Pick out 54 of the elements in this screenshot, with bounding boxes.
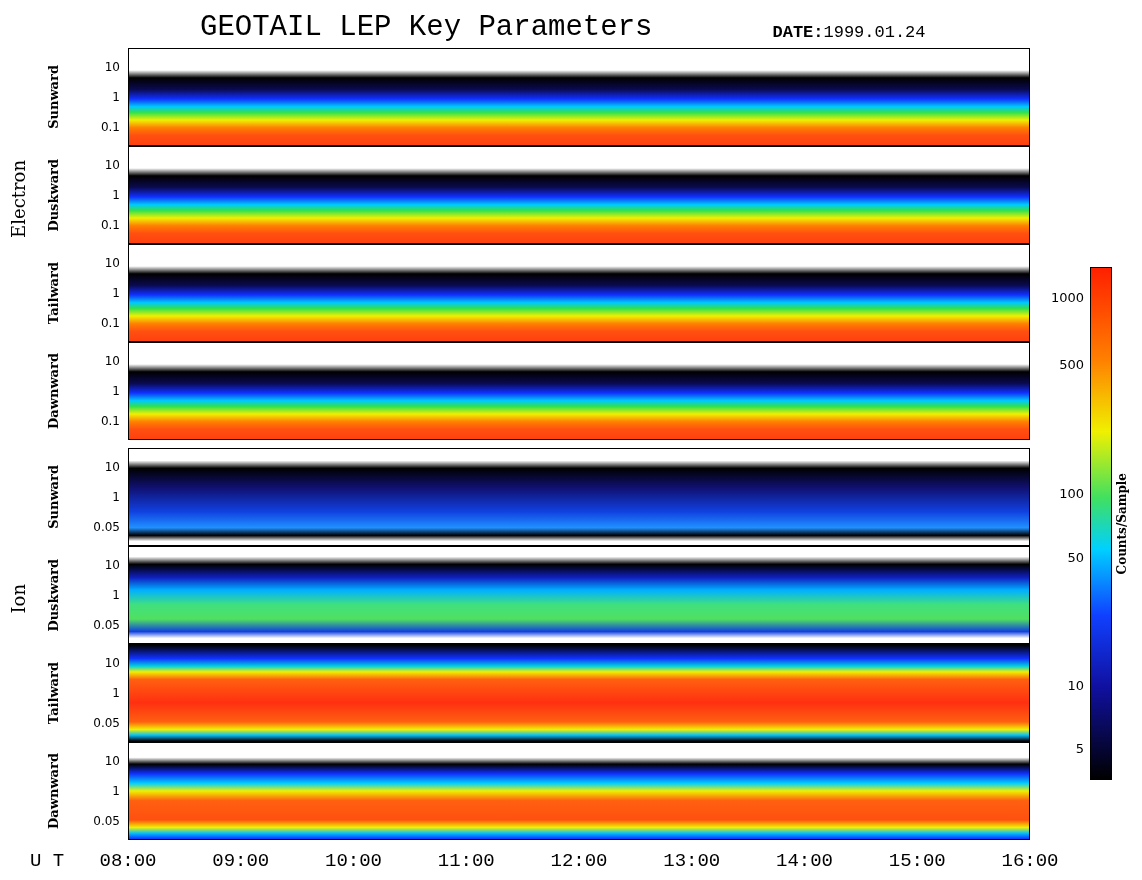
axis-tick-label: 1 [112,384,120,398]
panel-label: Duskward [45,158,61,232]
axis-tick-label: 0.05 [93,520,120,534]
axis-tick-label: 10 [104,754,120,768]
axis-tick-label: 11:00 [436,850,496,872]
axis-tick-label: 10:00 [324,850,383,872]
axis-tick-label: 1 [112,686,120,700]
axis-tick-label: 1 [112,490,120,504]
axis-label: U T [29,850,66,872]
axis-tick-label: 1 [112,784,120,798]
colorbar-tick-label: 500 [1059,357,1084,373]
colorbar-tick-label: 1000 [1050,290,1084,306]
group-label: Electron [7,160,29,238]
axis-tick-label: 16:00 [1000,850,1060,872]
axis-tick-label: 10 [104,256,120,270]
axis-tick-label: 12:00 [549,850,609,872]
axis-tick-label: 1 [112,188,120,202]
axis-tick-label: 10 [104,60,120,74]
panel-label: Sunward [45,65,61,129]
panel-label: Sunward [45,465,61,529]
axis-tick-label: 0.1 [100,218,120,232]
axis-tick-label: 14:00 [775,850,834,872]
axis-tick-label: 1 [112,588,120,602]
colorbar-tick-label: 50 [1067,550,1084,566]
panel-label: Dawnward [45,353,61,429]
colorbar-tick-label: 100 [1059,486,1084,502]
axis-tick-label: 0.1 [100,316,120,330]
axis-tick-label: 0.05 [93,618,120,632]
date-label: DATE: [772,23,824,42]
date-value: 1999.01.24 [823,23,926,42]
panel-label: Dawnward [45,753,61,829]
axis-tick-label: 09:00 [211,850,271,872]
panel-label: Tailward [45,261,61,325]
colorbar-title: Counts/Sample [1115,472,1129,575]
axis-tick-label: 10 [104,558,120,572]
axis-tick-label: 10 [104,656,120,670]
axis-tick-label: 10 [104,158,120,172]
axis-tick-label: 10 [104,354,120,368]
axis-tick-label: 0.1 [100,414,120,428]
plot-title: GEOTAIL LEP Key Parameters [200,11,653,44]
colorbar-tick-label: 10 [1067,678,1084,694]
axis-tick-label: 0.1 [100,120,120,134]
axis-tick-label: 1 [112,90,120,104]
axis-tick-label: 08:00 [98,850,158,872]
axis-tick-label: 13:00 [662,850,722,872]
axis-tick-label: 0.05 [93,814,120,828]
panel-label: Tailward [45,661,61,725]
colorbar-tick-label: 5 [1075,741,1084,757]
group-label: Ion [7,584,29,614]
axis-tick-label: 10 [104,460,120,474]
panel-label: Duskward [45,558,61,632]
axis-tick-label: 0.05 [93,716,120,730]
axis-tick-label: 15:00 [887,850,947,872]
axis-tick-label: 1 [112,286,120,300]
